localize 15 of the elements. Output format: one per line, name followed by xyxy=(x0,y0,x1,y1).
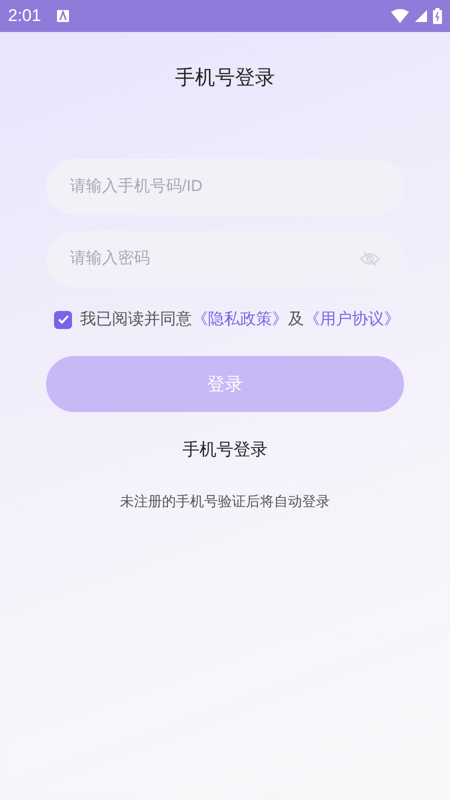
page-title: 手机号登录 xyxy=(175,66,275,91)
notification-icon xyxy=(57,10,70,22)
agreement-checkbox[interactable] xyxy=(54,310,72,328)
agreement-text: 我已阅读并同意《隐私政策》及《用户协议》 xyxy=(80,310,400,330)
phone-login-link[interactable]: 手机号登录 xyxy=(182,438,268,461)
policy-link[interactable]: 《隐私政策》 xyxy=(192,311,288,328)
wifi-icon xyxy=(391,9,409,23)
phone-field[interactable]: 请输入手机号码/ID xyxy=(46,159,404,215)
checkmark-icon xyxy=(58,315,68,324)
password-field[interactable]: 请输入密码 xyxy=(46,231,404,287)
auto-register-note: 未注册的手机号验证后将自动登录 xyxy=(120,493,330,511)
battery-icon xyxy=(433,8,442,24)
signal-icon xyxy=(415,10,427,22)
status-time: 2:01 xyxy=(8,6,42,26)
policy-link[interactable]: 《用户协议》 xyxy=(304,311,400,328)
